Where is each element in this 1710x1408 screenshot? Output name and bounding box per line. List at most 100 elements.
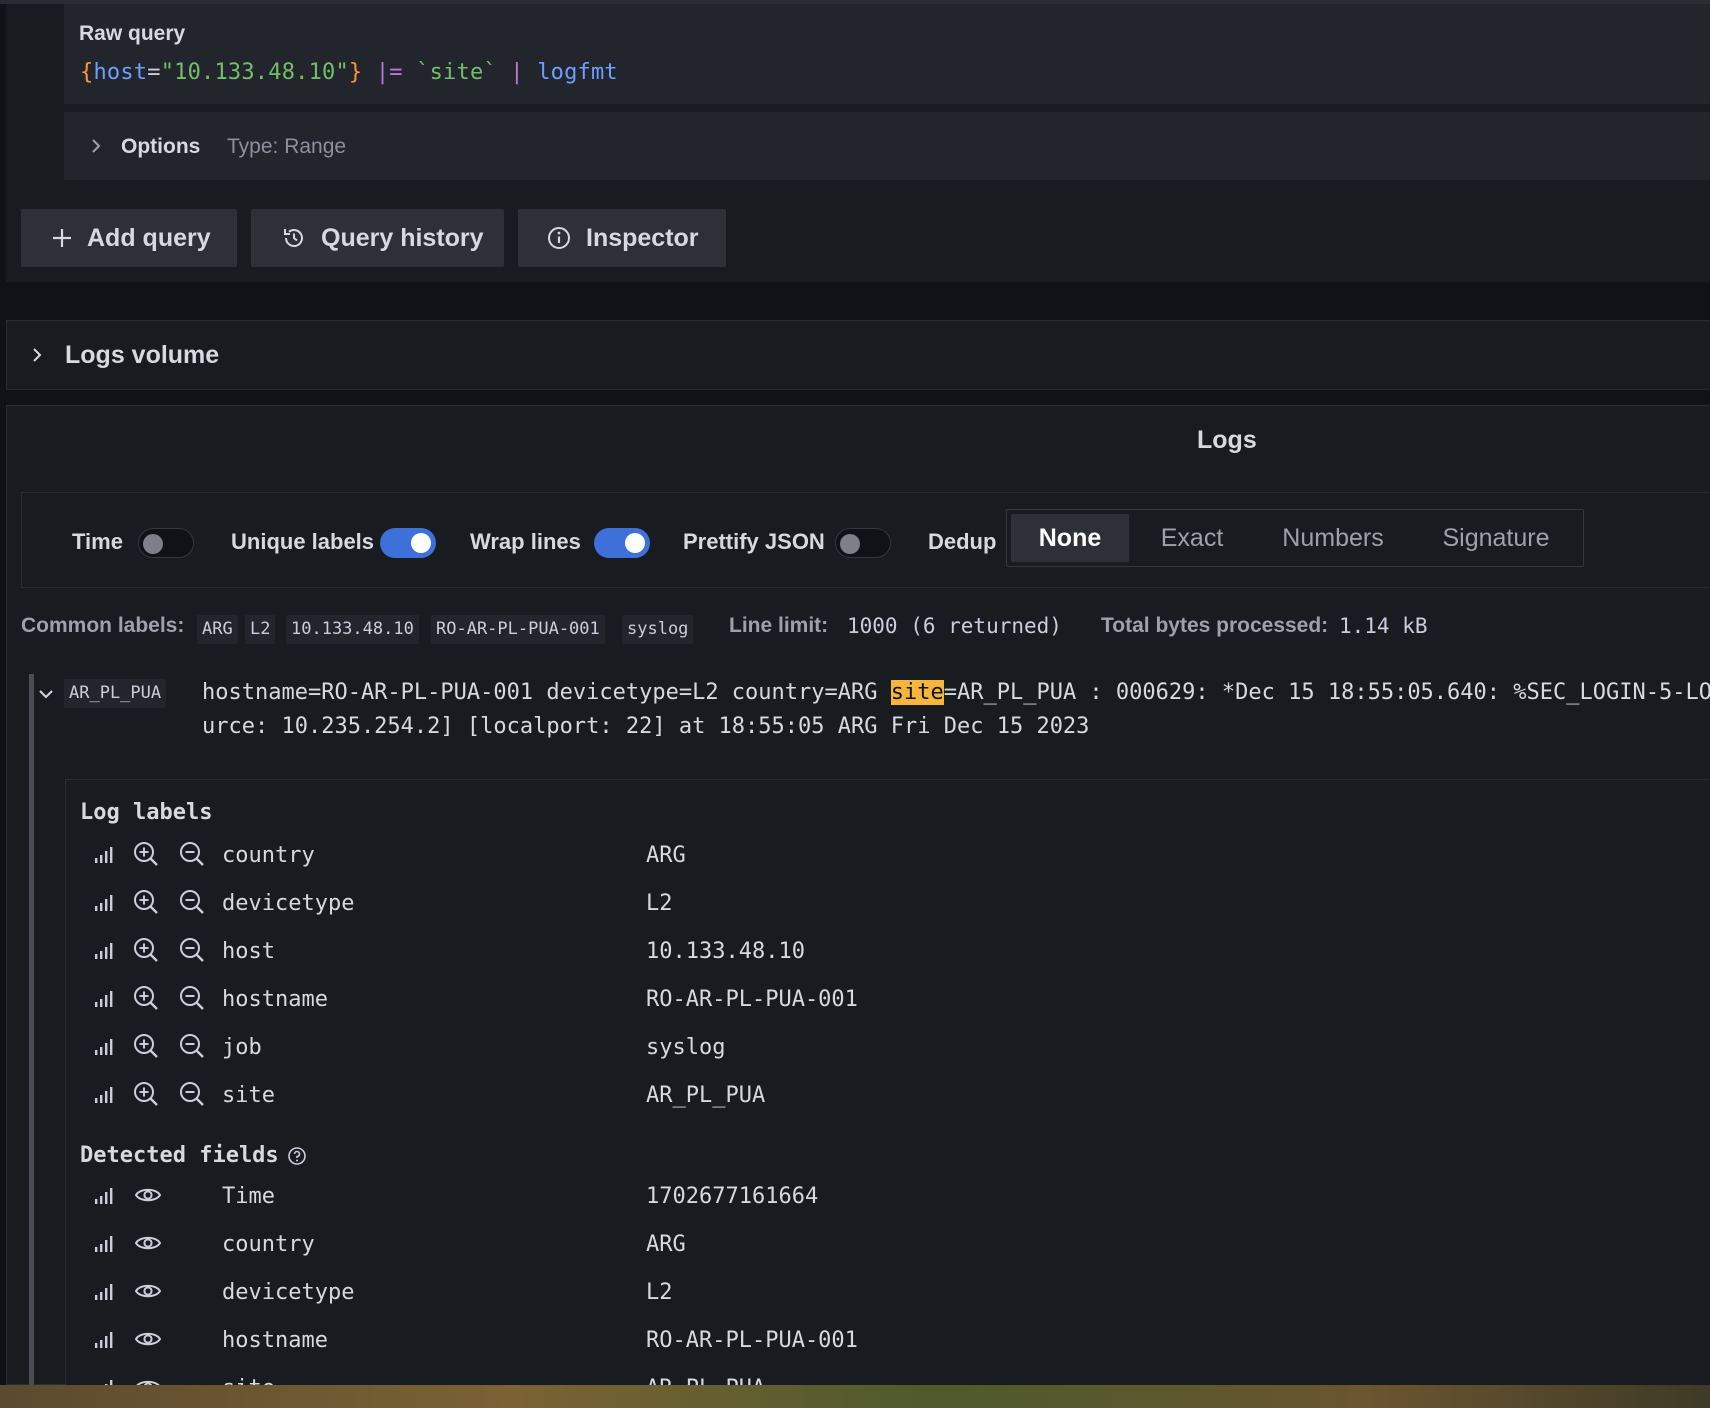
signal-bars-icon[interactable] <box>94 1038 114 1061</box>
inspector-button[interactable]: Inspector <box>518 209 726 267</box>
eye-icon[interactable] <box>134 1184 162 1211</box>
signal-bars-icon[interactable] <box>94 1331 114 1354</box>
signal-bars-icon[interactable] <box>94 1086 114 1109</box>
log-line[interactable]: hostname=RO-AR-PL-PUA-001 devicetype=L2 … <box>202 676 1710 744</box>
query-label-value: "10.133.48.10" <box>160 60 349 85</box>
logs-title: Logs <box>1197 426 1257 454</box>
background-strip <box>0 1385 1710 1408</box>
raw-query-code[interactable]: {host="10.133.48.10"} |= `site` | logfmt <box>80 60 618 85</box>
detected-field-key: Time <box>222 1184 275 1209</box>
zoom-out-icon[interactable] <box>178 1080 206 1113</box>
unique-labels-toggle-label: Unique labels <box>231 529 375 554</box>
detected-field-value: ARG <box>646 1232 686 1257</box>
explore-page: Raw query {host="10.133.48.10"} |= `site… <box>0 0 1710 1408</box>
log-label-key: host <box>222 939 275 964</box>
log-label-row: country ARG <box>66 834 1706 878</box>
detected-field-key: devicetype <box>222 1280 355 1305</box>
signal-bars-icon[interactable] <box>94 1235 114 1258</box>
signal-bars-icon[interactable] <box>94 990 114 1013</box>
log-level-bar <box>29 674 34 1386</box>
query-label-key: host <box>93 60 148 85</box>
detected-field-value: RO-AR-PL-PUA-001 <box>646 1328 858 1353</box>
log-label-value: AR_PL_PUA <box>646 1083 766 1108</box>
dedup-label: Dedup <box>928 529 997 554</box>
log-label-row: host 10.133.48.10 <box>66 930 1706 974</box>
log-label-key: devicetype <box>222 891 355 916</box>
log-line-text: hostname=RO-AR-PL-PUA-001 devicetype=L2 … <box>202 680 891 705</box>
time-toggle-label: Time <box>72 529 123 554</box>
log-line-text: =AR_PL_PUA : 000629: *Dec 15 18:55:05.64… <box>943 680 1710 705</box>
eye-icon[interactable] <box>134 1232 162 1259</box>
zoom-out-icon[interactable] <box>178 984 206 1017</box>
eye-icon[interactable] <box>134 1280 162 1307</box>
zoom-out-icon[interactable] <box>178 936 206 969</box>
log-label-key: job <box>222 1035 262 1060</box>
log-details: Log labels country ARG devicetype L2 host 10.… <box>65 779 1710 1401</box>
query-open-brace: { <box>80 60 94 85</box>
zoom-in-icon[interactable] <box>132 1032 160 1065</box>
common-label-chip: L2 <box>245 615 276 644</box>
log-label-key: hostname <box>222 987 328 1012</box>
zoom-in-icon[interactable] <box>132 840 160 873</box>
dedup-option-numbers[interactable]: Numbers <box>1259 514 1407 562</box>
query-filter-string: `site` <box>416 60 497 85</box>
log-label-row: site AR_PL_PUA <box>66 1074 1706 1118</box>
log-labels-title: Log labels <box>80 800 213 825</box>
chevron-right-icon <box>33 348 42 362</box>
unique-labels-toggle[interactable] <box>380 528 436 558</box>
signal-bars-icon[interactable] <box>94 846 114 869</box>
eye-icon[interactable] <box>134 1328 162 1355</box>
query-options-row[interactable]: Options Type: Range <box>64 112 1710 180</box>
detected-field-row: Time 1702677161664 <box>66 1175 1706 1219</box>
zoom-in-icon[interactable] <box>132 888 160 921</box>
query-parser: logfmt <box>537 60 618 85</box>
logs-meta-row: Common labels: ARG L2 10.133.48.10 RO-AR… <box>21 606 1710 646</box>
logs-volume-panel[interactable]: Logs volume <box>6 320 1710 390</box>
line-limit-label: Line limit: <box>729 614 829 637</box>
query-history-label: Query history <box>321 223 484 252</box>
options-type: Type: Range <box>227 135 347 158</box>
zoom-out-icon[interactable] <box>178 888 206 921</box>
detected-field-value: L2 <box>646 1280 673 1305</box>
add-query-label: Add query <box>87 223 211 252</box>
chevron-down-icon[interactable] <box>37 685 55 703</box>
line-limit-value: 1000 (6 returned) <box>847 614 1062 638</box>
info-circle-icon <box>548 227 570 249</box>
add-query-button[interactable]: Add query <box>21 209 237 267</box>
dedup-option-signature[interactable]: Signature <box>1417 514 1575 562</box>
common-label-chip: 10.133.48.10 <box>286 615 419 644</box>
logs-volume-title: Logs volume <box>65 341 220 369</box>
signal-bars-icon[interactable] <box>94 942 114 965</box>
log-label-key: site <box>222 1083 275 1108</box>
raw-query-box: Raw query {host="10.133.48.10"} |= `site… <box>64 4 1710 104</box>
history-icon <box>284 229 303 247</box>
dedup-option-exact[interactable]: Exact <box>1133 514 1251 562</box>
signal-bars-icon[interactable] <box>94 894 114 917</box>
zoom-in-icon[interactable] <box>132 936 160 969</box>
question-circle-icon[interactable] <box>287 1146 307 1166</box>
zoom-out-icon[interactable] <box>178 1032 206 1065</box>
log-label-value: L2 <box>646 891 673 916</box>
common-label-chip: ARG <box>197 615 238 644</box>
prettify-json-toggle[interactable] <box>835 528 891 558</box>
dedup-radio-group: None Exact Numbers Signature <box>1006 509 1584 567</box>
log-label-row: job syslog <box>66 1026 1706 1070</box>
options-label: Options <box>121 135 201 158</box>
query-history-button[interactable]: Query history <box>251 209 504 267</box>
zoom-out-icon[interactable] <box>178 840 206 873</box>
log-line-highlight: site <box>890 680 944 705</box>
log-row-unique-label: AR_PL_PUA <box>64 679 167 708</box>
dedup-option-none[interactable]: None <box>1011 514 1129 562</box>
signal-bars-icon[interactable] <box>94 1187 114 1210</box>
wrap-lines-toggle[interactable] <box>594 528 650 558</box>
time-toggle[interactable] <box>138 528 194 558</box>
zoom-in-icon[interactable] <box>132 984 160 1017</box>
log-line-text: urce: 10.235.254.2] [localport: 22] at 1… <box>202 714 1090 739</box>
chevron-right-icon <box>92 139 101 153</box>
signal-bars-icon[interactable] <box>94 1283 114 1306</box>
query-eq: = <box>147 60 161 85</box>
zoom-in-icon[interactable] <box>132 1080 160 1113</box>
logs-controls: Time Unique labels Wrap lines Prettify J… <box>21 492 1710 588</box>
detected-field-value: 1702677161664 <box>646 1184 819 1209</box>
detected-field-row: devicetype L2 <box>66 1271 1706 1315</box>
